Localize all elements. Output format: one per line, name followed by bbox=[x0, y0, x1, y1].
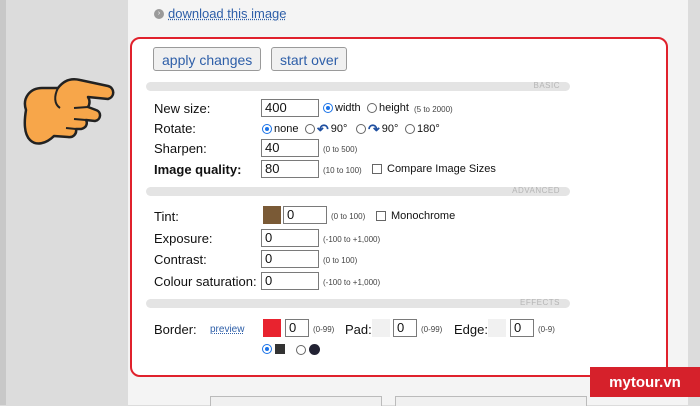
size-width-option[interactable]: width bbox=[323, 102, 361, 114]
border-color-swatch[interactable] bbox=[263, 319, 281, 337]
width-radio[interactable] bbox=[323, 103, 333, 113]
border-range: (0-99) bbox=[313, 325, 335, 334]
colour-saturation-label: Colour saturation: bbox=[154, 274, 257, 289]
exposure-label: Exposure: bbox=[154, 231, 213, 246]
edge-label: Edge: bbox=[454, 322, 488, 337]
border-label: Border: bbox=[154, 322, 197, 337]
rotate-ccw-icon: ↶ bbox=[317, 121, 329, 137]
monochrome-label: Monochrome bbox=[391, 210, 456, 222]
height-label: height bbox=[379, 102, 409, 114]
section-advanced-label: ADVANCED bbox=[512, 186, 560, 195]
page: › download this image apply changes star… bbox=[0, 0, 700, 406]
sharpen-input[interactable]: 40 bbox=[261, 139, 319, 157]
pointing-hand-icon bbox=[23, 78, 115, 145]
start-over-button[interactable]: start over bbox=[271, 47, 348, 71]
rotate-cw-label: 90° bbox=[381, 123, 399, 135]
rotate-ccw-radio[interactable] bbox=[305, 124, 315, 134]
rotate-none-label: none bbox=[274, 123, 299, 135]
contrast-label: Contrast: bbox=[154, 252, 207, 267]
pad-label: Pad: bbox=[345, 322, 372, 337]
rotate-cw-icon: ↷ bbox=[368, 121, 380, 137]
rotate-180-label: 180° bbox=[417, 123, 440, 135]
rotate-label: Rotate: bbox=[154, 121, 196, 136]
exposure-range: (-100 to +1,000) bbox=[323, 235, 381, 244]
pad-color-swatch[interactable] bbox=[372, 319, 390, 337]
download-link[interactable]: download this image bbox=[168, 6, 287, 21]
exposure-input[interactable]: 0 bbox=[261, 229, 319, 247]
rotate-180-option[interactable]: 180° bbox=[405, 123, 440, 135]
rotate-none-option[interactable]: none bbox=[262, 123, 298, 135]
width-label: width bbox=[335, 102, 361, 114]
edge-color-swatch[interactable] bbox=[488, 319, 506, 337]
rotate-none-radio[interactable] bbox=[262, 124, 272, 134]
border-shape-round-option[interactable] bbox=[296, 344, 320, 355]
border-square-radio[interactable] bbox=[262, 344, 272, 354]
colour-saturation-input[interactable]: 0 bbox=[261, 272, 319, 290]
monochrome-checkbox[interactable] bbox=[376, 211, 386, 221]
tint-color-swatch[interactable] bbox=[263, 206, 281, 224]
image-quality-label: Image quality: bbox=[154, 162, 242, 177]
section-header-advanced: ADVANCED bbox=[146, 186, 570, 196]
rotate-ccw-label: 90° bbox=[330, 123, 348, 135]
section-effects-label: EFFECTS bbox=[520, 298, 560, 307]
chevron-icon: › bbox=[154, 8, 164, 19]
border-preview-link[interactable]: preview bbox=[210, 324, 244, 335]
contrast-range: (0 to 100) bbox=[323, 256, 358, 265]
apply-changes-button[interactable]: apply changes bbox=[153, 47, 262, 71]
compare-sizes-label: Compare Image Sizes bbox=[387, 163, 496, 175]
border-shape-square-option[interactable] bbox=[262, 344, 285, 354]
height-radio[interactable] bbox=[367, 103, 377, 113]
colour-saturation-range: (-100 to +1,000) bbox=[323, 278, 381, 287]
tint-label: Tint: bbox=[154, 209, 179, 224]
border-input[interactable]: 0 bbox=[285, 319, 309, 337]
compare-sizes-option[interactable]: Compare Image Sizes bbox=[372, 163, 496, 175]
new-size-label: New size: bbox=[154, 101, 211, 116]
rotate-cw-option[interactable]: ↷ 90° bbox=[356, 121, 399, 137]
sharpen-range: (0 to 500) bbox=[323, 145, 358, 154]
rotate-ccw-option[interactable]: ↶ 90° bbox=[305, 121, 348, 137]
section-basic-label: BASIC bbox=[533, 81, 560, 90]
edge-range: (0-9) bbox=[538, 325, 555, 334]
download-row: › download this image bbox=[154, 6, 287, 21]
circle-shape-icon bbox=[309, 344, 320, 355]
contrast-input[interactable]: 0 bbox=[261, 250, 319, 268]
square-shape-icon bbox=[275, 344, 285, 354]
border-round-radio[interactable] bbox=[296, 344, 306, 355]
image-quality-input[interactable]: 80 bbox=[261, 160, 319, 178]
compare-sizes-checkbox[interactable] bbox=[372, 164, 382, 174]
tint-input[interactable]: 0 bbox=[283, 206, 327, 224]
size-height-option[interactable]: height bbox=[367, 102, 409, 114]
edge-input[interactable]: 0 bbox=[510, 319, 534, 337]
pad-input[interactable]: 0 bbox=[393, 319, 417, 337]
new-size-range: (5 to 2000) bbox=[414, 105, 453, 114]
pad-range: (0-99) bbox=[421, 325, 443, 334]
brand-watermark: mytour.vn bbox=[590, 367, 700, 397]
section-header-effects: EFFECTS bbox=[146, 298, 570, 308]
rotate-cw-radio[interactable] bbox=[356, 124, 366, 134]
options-panel: apply changes start over BASIC New size:… bbox=[130, 37, 668, 377]
section-header-basic: BASIC bbox=[146, 81, 570, 91]
image-quality-range: (10 to 100) bbox=[323, 166, 362, 175]
tint-range: (0 to 100) bbox=[331, 212, 366, 221]
sharpen-label: Sharpen: bbox=[154, 141, 207, 156]
new-size-input[interactable]: 400 bbox=[261, 99, 319, 117]
monochrome-option[interactable]: Monochrome bbox=[376, 210, 455, 222]
rotate-180-radio[interactable] bbox=[405, 124, 415, 134]
